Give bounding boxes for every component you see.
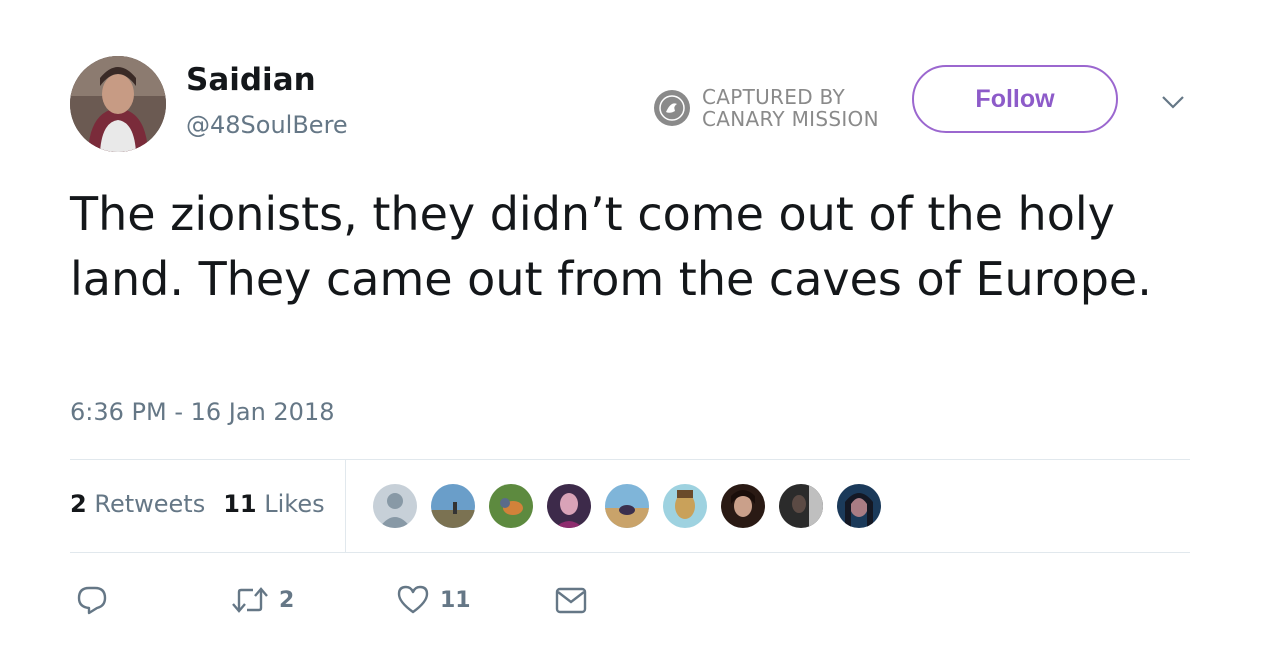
user-handle[interactable]: @48SoulBere [186, 111, 348, 139]
caret-down-icon[interactable] [1160, 92, 1186, 112]
tweet-timestamp[interactable]: 6:36 PM - 16 Jan 2018 [70, 398, 335, 426]
liker-avatar[interactable] [545, 482, 593, 530]
canary-logo-icon [654, 90, 690, 126]
liker-avatar[interactable] [661, 482, 709, 530]
retweet-icon[interactable] [231, 584, 269, 616]
likes-label: Likes [264, 490, 325, 518]
liker-avatar[interactable] [371, 482, 419, 530]
stamp-line-1: CAPTURED BY [702, 85, 845, 109]
canary-mission-stamp: CAPTURED BY CANARY MISSION [653, 86, 879, 130]
stamp-line-2: CANARY MISSION [702, 107, 879, 131]
like-action[interactable]: 11 [396, 584, 471, 616]
retweets-count: 2 [70, 490, 87, 518]
likes-count: 11 [223, 490, 257, 518]
stats-bottom-divider [70, 552, 1190, 553]
likes-stat[interactable]: 11 Likes [223, 490, 324, 518]
liker-avatar[interactable] [835, 482, 883, 530]
liker-avatar[interactable] [487, 482, 535, 530]
liker-avatar[interactable] [719, 482, 767, 530]
avatar-photo [70, 56, 166, 152]
like-count: 11 [440, 587, 471, 613]
stats-top-divider [70, 459, 1190, 460]
tweet-text: The zionists, they didn’t come out of th… [70, 187, 1152, 306]
stats-vertical-divider [345, 460, 346, 552]
message-icon[interactable] [554, 584, 588, 616]
liker-avatar[interactable] [777, 482, 825, 530]
reply-icon[interactable] [76, 584, 108, 616]
retweet-action[interactable]: 2 [231, 584, 294, 616]
retweets-label: Retweets [94, 490, 206, 518]
reply-action[interactable] [76, 584, 108, 616]
tweet-stats: 2 Retweets 11 Likes [70, 490, 325, 518]
display-name[interactable]: Saidian [186, 62, 316, 98]
liker-avatar[interactable] [603, 482, 651, 530]
retweets-stat[interactable]: 2 Retweets [70, 490, 205, 518]
message-action[interactable] [554, 584, 588, 616]
retweet-count: 2 [279, 587, 295, 613]
like-icon[interactable] [396, 584, 430, 616]
liker-avatar[interactable] [429, 482, 477, 530]
avatar[interactable] [70, 56, 166, 152]
follow-button[interactable]: Follow [912, 65, 1118, 133]
